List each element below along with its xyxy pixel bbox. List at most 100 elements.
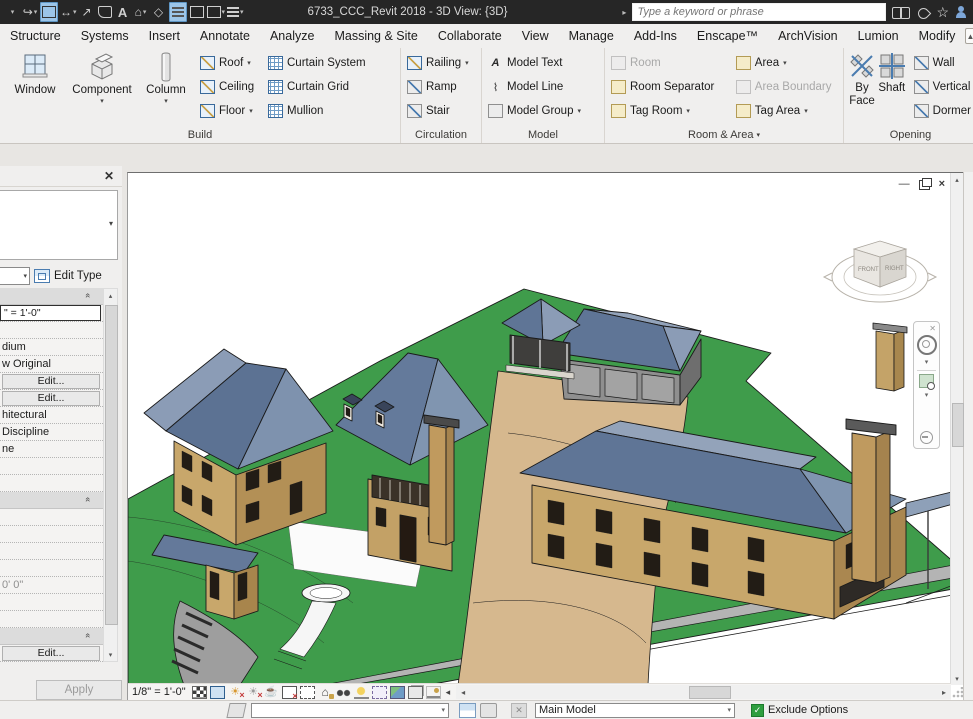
property-row[interactable]: [0, 543, 103, 560]
temporary-hide-isolate-icon[interactable]: [335, 685, 351, 699]
property-row[interactable]: [0, 458, 103, 475]
sign-in-user-icon[interactable]: [955, 6, 967, 18]
section-header[interactable]: »: [0, 492, 103, 509]
crop-region-icon[interactable]: [299, 685, 315, 699]
scroll-up-icon[interactable]: ▴: [104, 289, 117, 302]
property-row[interactable]: [0, 322, 103, 339]
locked-3d-view-icon[interactable]: ⌂: [318, 686, 334, 699]
text-icon[interactable]: A: [115, 3, 131, 21]
ceiling-button[interactable]: Ceiling: [198, 75, 262, 99]
active-workset-combobox[interactable]: ▾: [251, 702, 449, 718]
properties-scrollbar[interactable]: ▴ ▾: [103, 288, 118, 662]
communication-center-icon[interactable]: [916, 6, 930, 18]
curtain-grid-button[interactable]: Curtain Grid: [266, 75, 376, 99]
vertical-scrollbar[interactable]: ▴ ▾: [950, 173, 964, 685]
restore-icon[interactable]: [918, 177, 932, 190]
property-row[interactable]: Discipline: [0, 424, 103, 441]
ramp-button[interactable]: Ramp: [405, 75, 471, 99]
section-header[interactable]: »: [0, 628, 103, 645]
column-button[interactable]: Column ▾: [138, 51, 194, 105]
property-row[interactable]: [0, 560, 103, 577]
model-line-button[interactable]: ⌇ Model Line: [486, 75, 583, 99]
apply-button[interactable]: Apply: [36, 680, 122, 700]
properties-filter-combobox[interactable]: ▾: [0, 267, 30, 285]
mullion-button[interactable]: Mullion: [266, 99, 376, 123]
tab-massing-site[interactable]: Massing & Site: [324, 26, 427, 46]
wheel-dropdown-icon[interactable]: ▾: [925, 358, 929, 366]
visual-style-icon[interactable]: [209, 685, 225, 699]
print-icon[interactable]: [40, 2, 58, 22]
tab-annotate[interactable]: Annotate: [190, 26, 260, 46]
area-button[interactable]: Area ▾: [734, 51, 839, 75]
close-view-icon[interactable]: ×: [939, 179, 945, 190]
main-model-combobox[interactable]: Main Model ▾: [535, 702, 735, 718]
scroll-down-icon[interactable]: ▾: [104, 648, 117, 661]
curtain-system-button[interactable]: Curtain System: [266, 51, 376, 75]
opening-shaft-button[interactable]: Shaft: [876, 51, 908, 95]
detail-level-icon[interactable]: [191, 685, 207, 699]
opening-vertical-button[interactable]: Vertical: [912, 75, 973, 99]
model-text-button[interactable]: A Model Text: [486, 51, 583, 75]
measure-icon[interactable]: ↔ ▾: [60, 3, 77, 21]
search-input[interactable]: [632, 3, 887, 21]
resize-grip[interactable]: [951, 687, 963, 699]
room-separator-button[interactable]: Room Separator: [609, 75, 730, 99]
section-icon[interactable]: ◇: [151, 3, 167, 21]
tag-icon[interactable]: [97, 3, 113, 21]
property-row[interactable]: [0, 611, 103, 628]
tab-structure[interactable]: Structure: [0, 26, 71, 46]
search-expand-icon[interactable]: ▸: [622, 8, 626, 17]
reveal-hidden-elements-icon[interactable]: [353, 685, 369, 699]
tab-manage[interactable]: Manage: [559, 26, 624, 46]
viewcube[interactable]: FRONT RIGHT: [822, 240, 938, 303]
user-interface-icon[interactable]: ▾: [227, 3, 244, 21]
tag-area-button[interactable]: Tag Area ▾: [734, 99, 839, 123]
search-icon[interactable]: [892, 6, 911, 19]
navbar-close-icon[interactable]: ✕: [929, 324, 936, 333]
redo-icon[interactable]: ↪ ▾: [22, 3, 38, 21]
viewcube-right-label[interactable]: RIGHT: [885, 266, 904, 272]
scroll-right-icon[interactable]: ▸: [937, 685, 951, 699]
steering-wheel-icon[interactable]: [916, 335, 937, 355]
property-row[interactable]: dium: [0, 339, 103, 356]
analytical-model-icon[interactable]: [389, 685, 405, 699]
property-row[interactable]: Edit...: [0, 390, 103, 407]
component-button[interactable]: Component ▾: [66, 51, 138, 105]
favorites-star-icon[interactable]: ☆: [936, 5, 949, 19]
opening-wall-button[interactable]: Wall: [912, 51, 973, 75]
scrollbar-thumb[interactable]: [952, 403, 964, 447]
shadows-icon[interactable]: ☀: [246, 686, 262, 702]
scroll-down-icon[interactable]: ▾: [951, 672, 963, 685]
panel-label-room-area[interactable]: Room & Area ▾: [605, 126, 843, 143]
vcb-collapse-icon[interactable]: ◂: [446, 687, 451, 698]
property-row[interactable]: ne: [0, 441, 103, 458]
tab-view[interactable]: View: [512, 26, 559, 46]
temporary-view-properties-icon[interactable]: [371, 685, 387, 699]
default-3d-view-icon[interactable]: ⌂ ▾: [133, 3, 149, 21]
roof-button[interactable]: Roof ▾: [198, 51, 262, 75]
property-row[interactable]: [0, 475, 103, 492]
edit-type-button[interactable]: Edit Type: [54, 270, 102, 282]
scroll-up-icon[interactable]: ▴: [951, 173, 963, 186]
tab-enscape[interactable]: Enscape™: [687, 26, 768, 46]
section-header[interactable]: »: [0, 288, 103, 305]
tab-collaborate[interactable]: Collaborate: [428, 26, 512, 46]
tab-systems[interactable]: Systems: [71, 26, 139, 46]
property-row[interactable]: [0, 526, 103, 543]
tab-analyze[interactable]: Analyze: [260, 26, 324, 46]
viewcube-front-label[interactable]: FRONT: [858, 267, 879, 273]
minimize-icon[interactable]: —: [899, 179, 910, 190]
model-group-button[interactable]: Model Group ▾: [486, 99, 583, 123]
ribbon-collapse-icon[interactable]: ▲▾: [965, 28, 973, 44]
close-icon[interactable]: ✕: [104, 169, 114, 183]
scrollbar-thumb[interactable]: [688, 686, 731, 699]
drawing-area[interactable]: — × FRONT RIGHT ✕ ▾ ▾ ▴ ▾ 1/8" = 1'-0" ☀…: [127, 172, 964, 702]
tab-insert[interactable]: Insert: [139, 26, 190, 46]
property-row[interactable]: w Original: [0, 356, 103, 373]
displacement-sets-icon[interactable]: [407, 685, 423, 699]
exclude-options-checkbox[interactable]: ✓: [751, 703, 764, 717]
property-row[interactable]: [0, 594, 103, 611]
design-options-icon[interactable]: [480, 702, 497, 718]
tab-add-ins[interactable]: Add-Ins: [624, 26, 687, 46]
reveal-constraints-icon[interactable]: [425, 685, 441, 699]
